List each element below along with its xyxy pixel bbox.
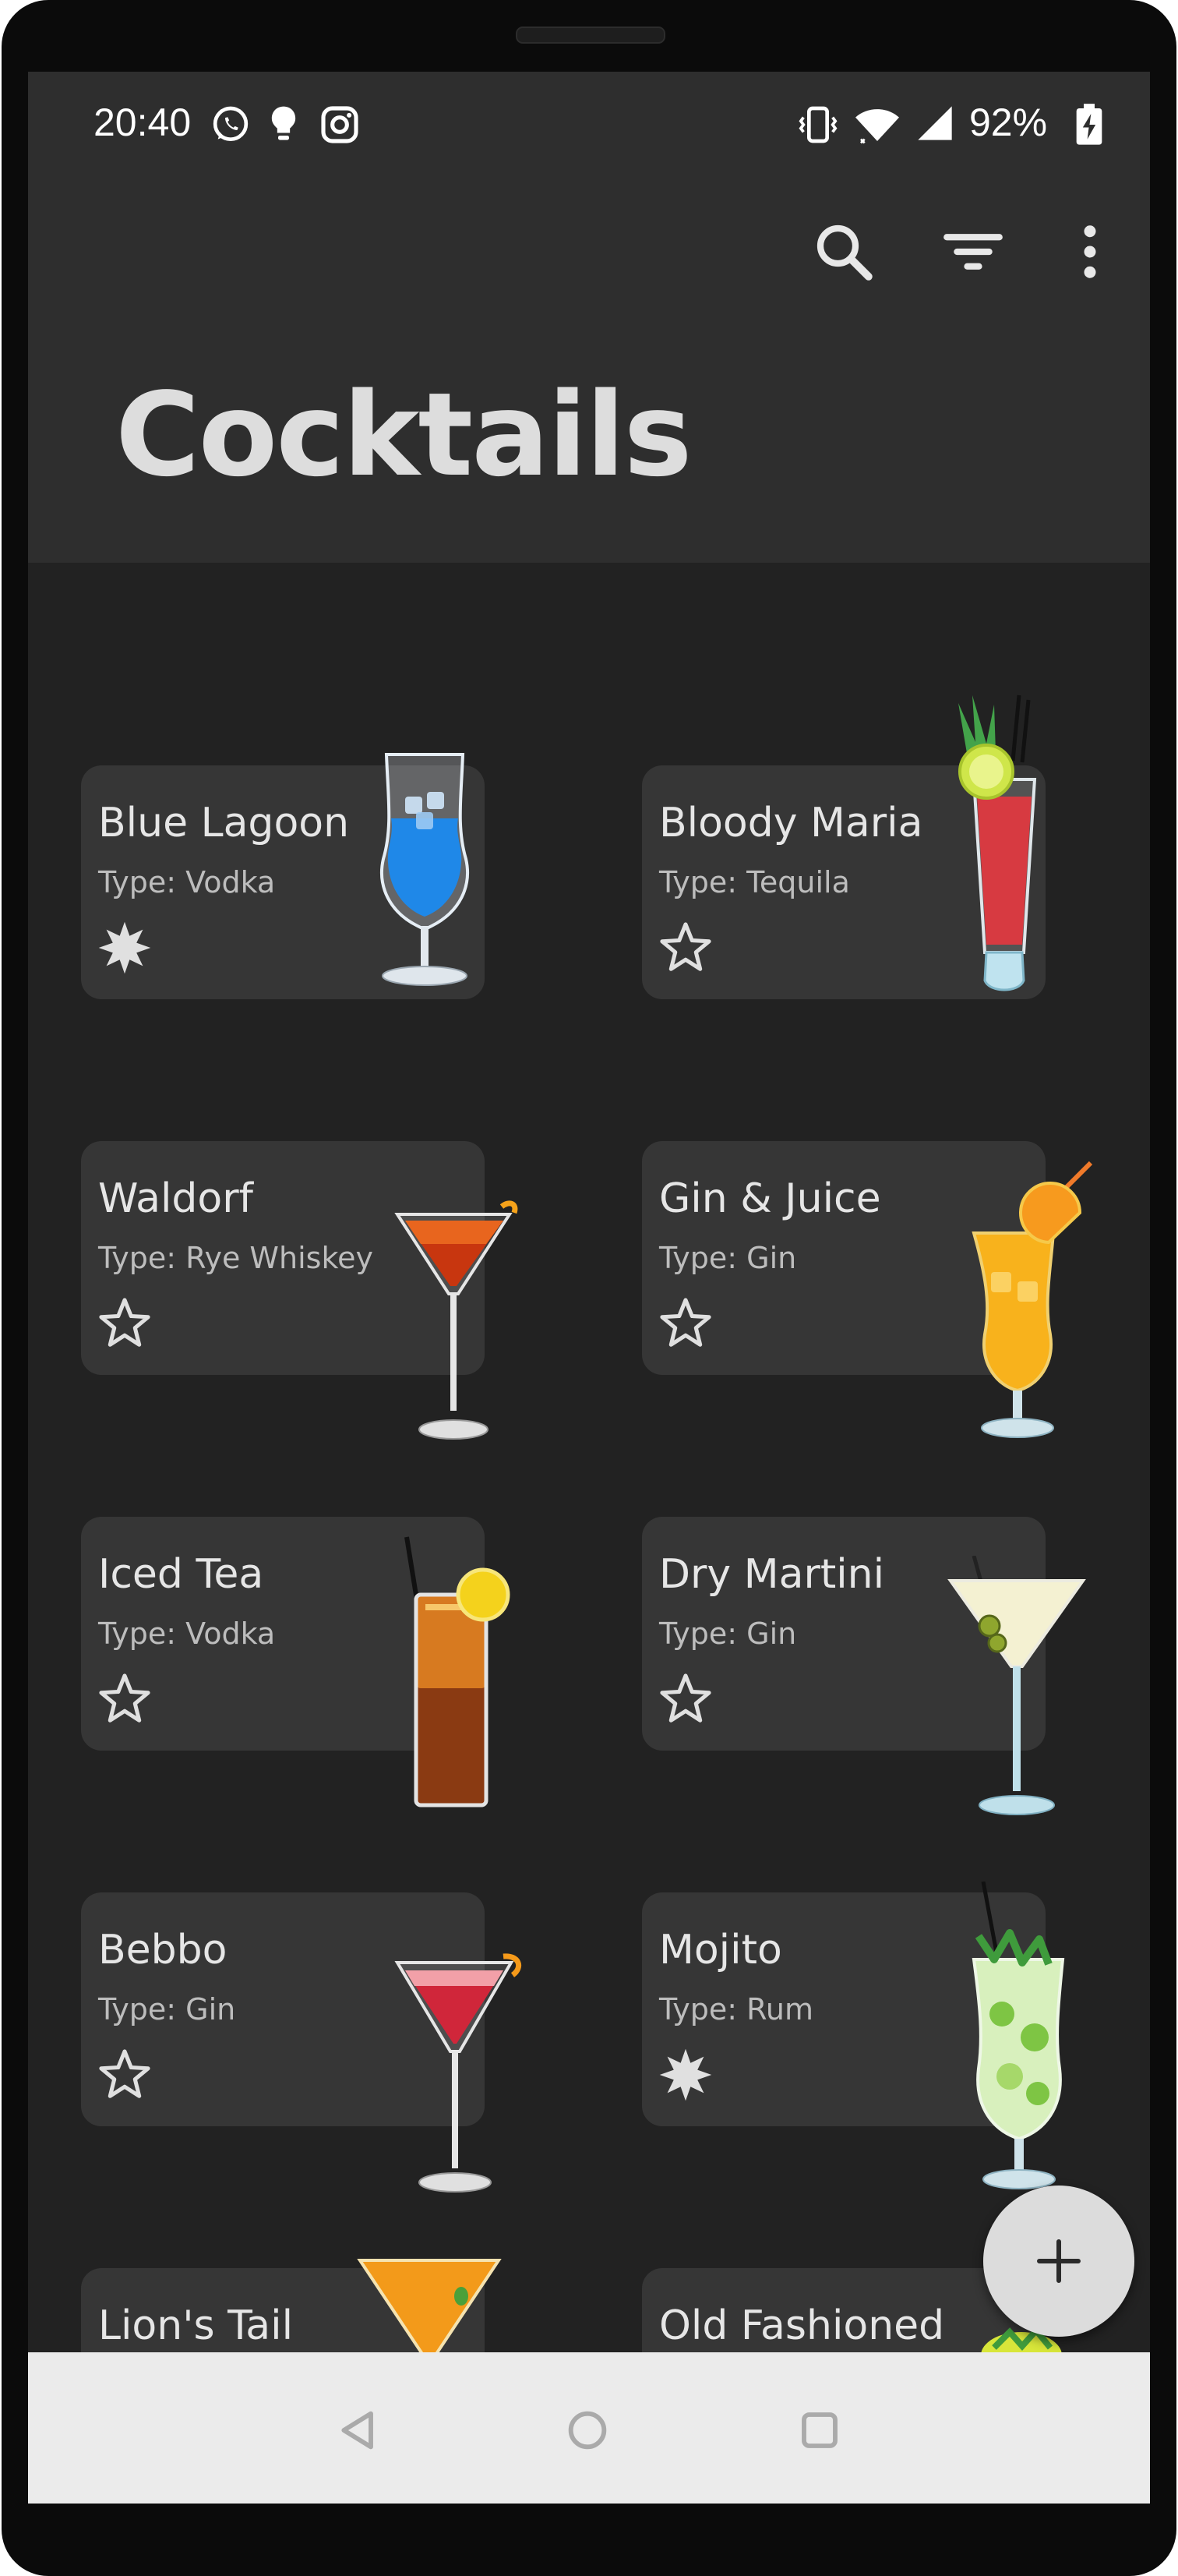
cocktail-name: Lion's Tail: [98, 2302, 294, 2349]
bulb-icon: [271, 106, 296, 140]
favorite-outline-icon[interactable]: [95, 1294, 154, 1353]
system-nav-bar: [28, 2352, 1150, 2504]
back-icon[interactable]: [333, 2405, 383, 2455]
mojito-drink-image: [972, 1882, 1065, 2189]
gin-juice-drink-image: [972, 1161, 1093, 1438]
cocktail-name: Blue Lagoon: [98, 800, 350, 846]
favorite-outline-icon[interactable]: [656, 918, 715, 977]
favorite-filled-icon[interactable]: [656, 2045, 715, 2104]
cocktail-type: Type: Rye Whiskey: [98, 1241, 373, 1275]
cocktail-name: Bloody Maria: [659, 800, 923, 846]
battery-charging-icon: [1076, 104, 1102, 145]
favorite-outline-icon[interactable]: [95, 2045, 154, 2104]
favorite-outline-icon[interactable]: [656, 1294, 715, 1353]
app-bar: 20:40 92% Cocktails: [28, 72, 1150, 563]
battery-percent: 92%: [969, 101, 1048, 144]
cocktail-type: Type: Vodka: [98, 1617, 276, 1651]
status-time: 20:40: [93, 101, 192, 144]
cocktail-type: Type: Tequila: [659, 865, 850, 899]
cocktail-name: Dry Martini: [659, 1551, 885, 1598]
cocktail-type: Type: Gin: [659, 1241, 797, 1275]
whatsapp-icon: [213, 106, 249, 141]
signal-icon: [918, 106, 952, 140]
cocktail-name: Waldorf: [98, 1175, 253, 1222]
status-bar: 20:40 92%: [28, 72, 1150, 173]
page-title: Cocktails: [115, 368, 693, 502]
cocktail-type: Type: Gin: [98, 1992, 236, 2027]
screen: 20:40 92% Cocktails Blue Lagoon Type: Vo…: [28, 72, 1150, 2504]
cocktail-name: Old Fashioned: [659, 2302, 945, 2349]
cocktail-name: Bebbo: [98, 1927, 227, 1974]
more-vert-icon[interactable]: [1055, 217, 1125, 287]
instagram-icon: [321, 106, 358, 143]
cocktail-type: Type: Vodka: [98, 865, 276, 899]
bebbo-drink-image: [394, 1953, 522, 2193]
search-icon[interactable]: [809, 217, 879, 287]
lions-tail-drink-image: [357, 2249, 502, 2359]
bloody-maria-drink-image: [958, 694, 1037, 991]
plus-icon: [1037, 2239, 1081, 2283]
blue-lagoon-drink-image: [379, 753, 470, 986]
favorite-outline-icon[interactable]: [656, 1670, 715, 1729]
filter-icon[interactable]: [938, 217, 1008, 287]
favorite-filled-icon[interactable]: [95, 918, 154, 977]
iced-tea-drink-image: [404, 1536, 510, 1807]
waldorf-drink-image: [394, 1200, 518, 1440]
device-frame: 20:40 92% Cocktails Blue Lagoon Type: Vo…: [0, 0, 1178, 2576]
home-icon[interactable]: [563, 2405, 612, 2455]
wifi-icon: [855, 109, 899, 144]
dry-martini-drink-image: [947, 1556, 1086, 1815]
favorite-outline-icon[interactable]: [95, 1670, 154, 1729]
cocktail-name: Iced Tea: [98, 1551, 264, 1598]
vibrate-icon: [799, 106, 838, 143]
cocktail-type: Type: Gin: [659, 1617, 797, 1651]
recents-icon[interactable]: [795, 2405, 845, 2455]
speaker-grille: [516, 27, 665, 44]
cocktail-name: Mojito: [659, 1927, 782, 1974]
add-cocktail-button[interactable]: [983, 2186, 1134, 2337]
cocktail-name: Gin & Juice: [659, 1175, 881, 1222]
cocktail-type: Type: Rum: [659, 1992, 813, 2027]
